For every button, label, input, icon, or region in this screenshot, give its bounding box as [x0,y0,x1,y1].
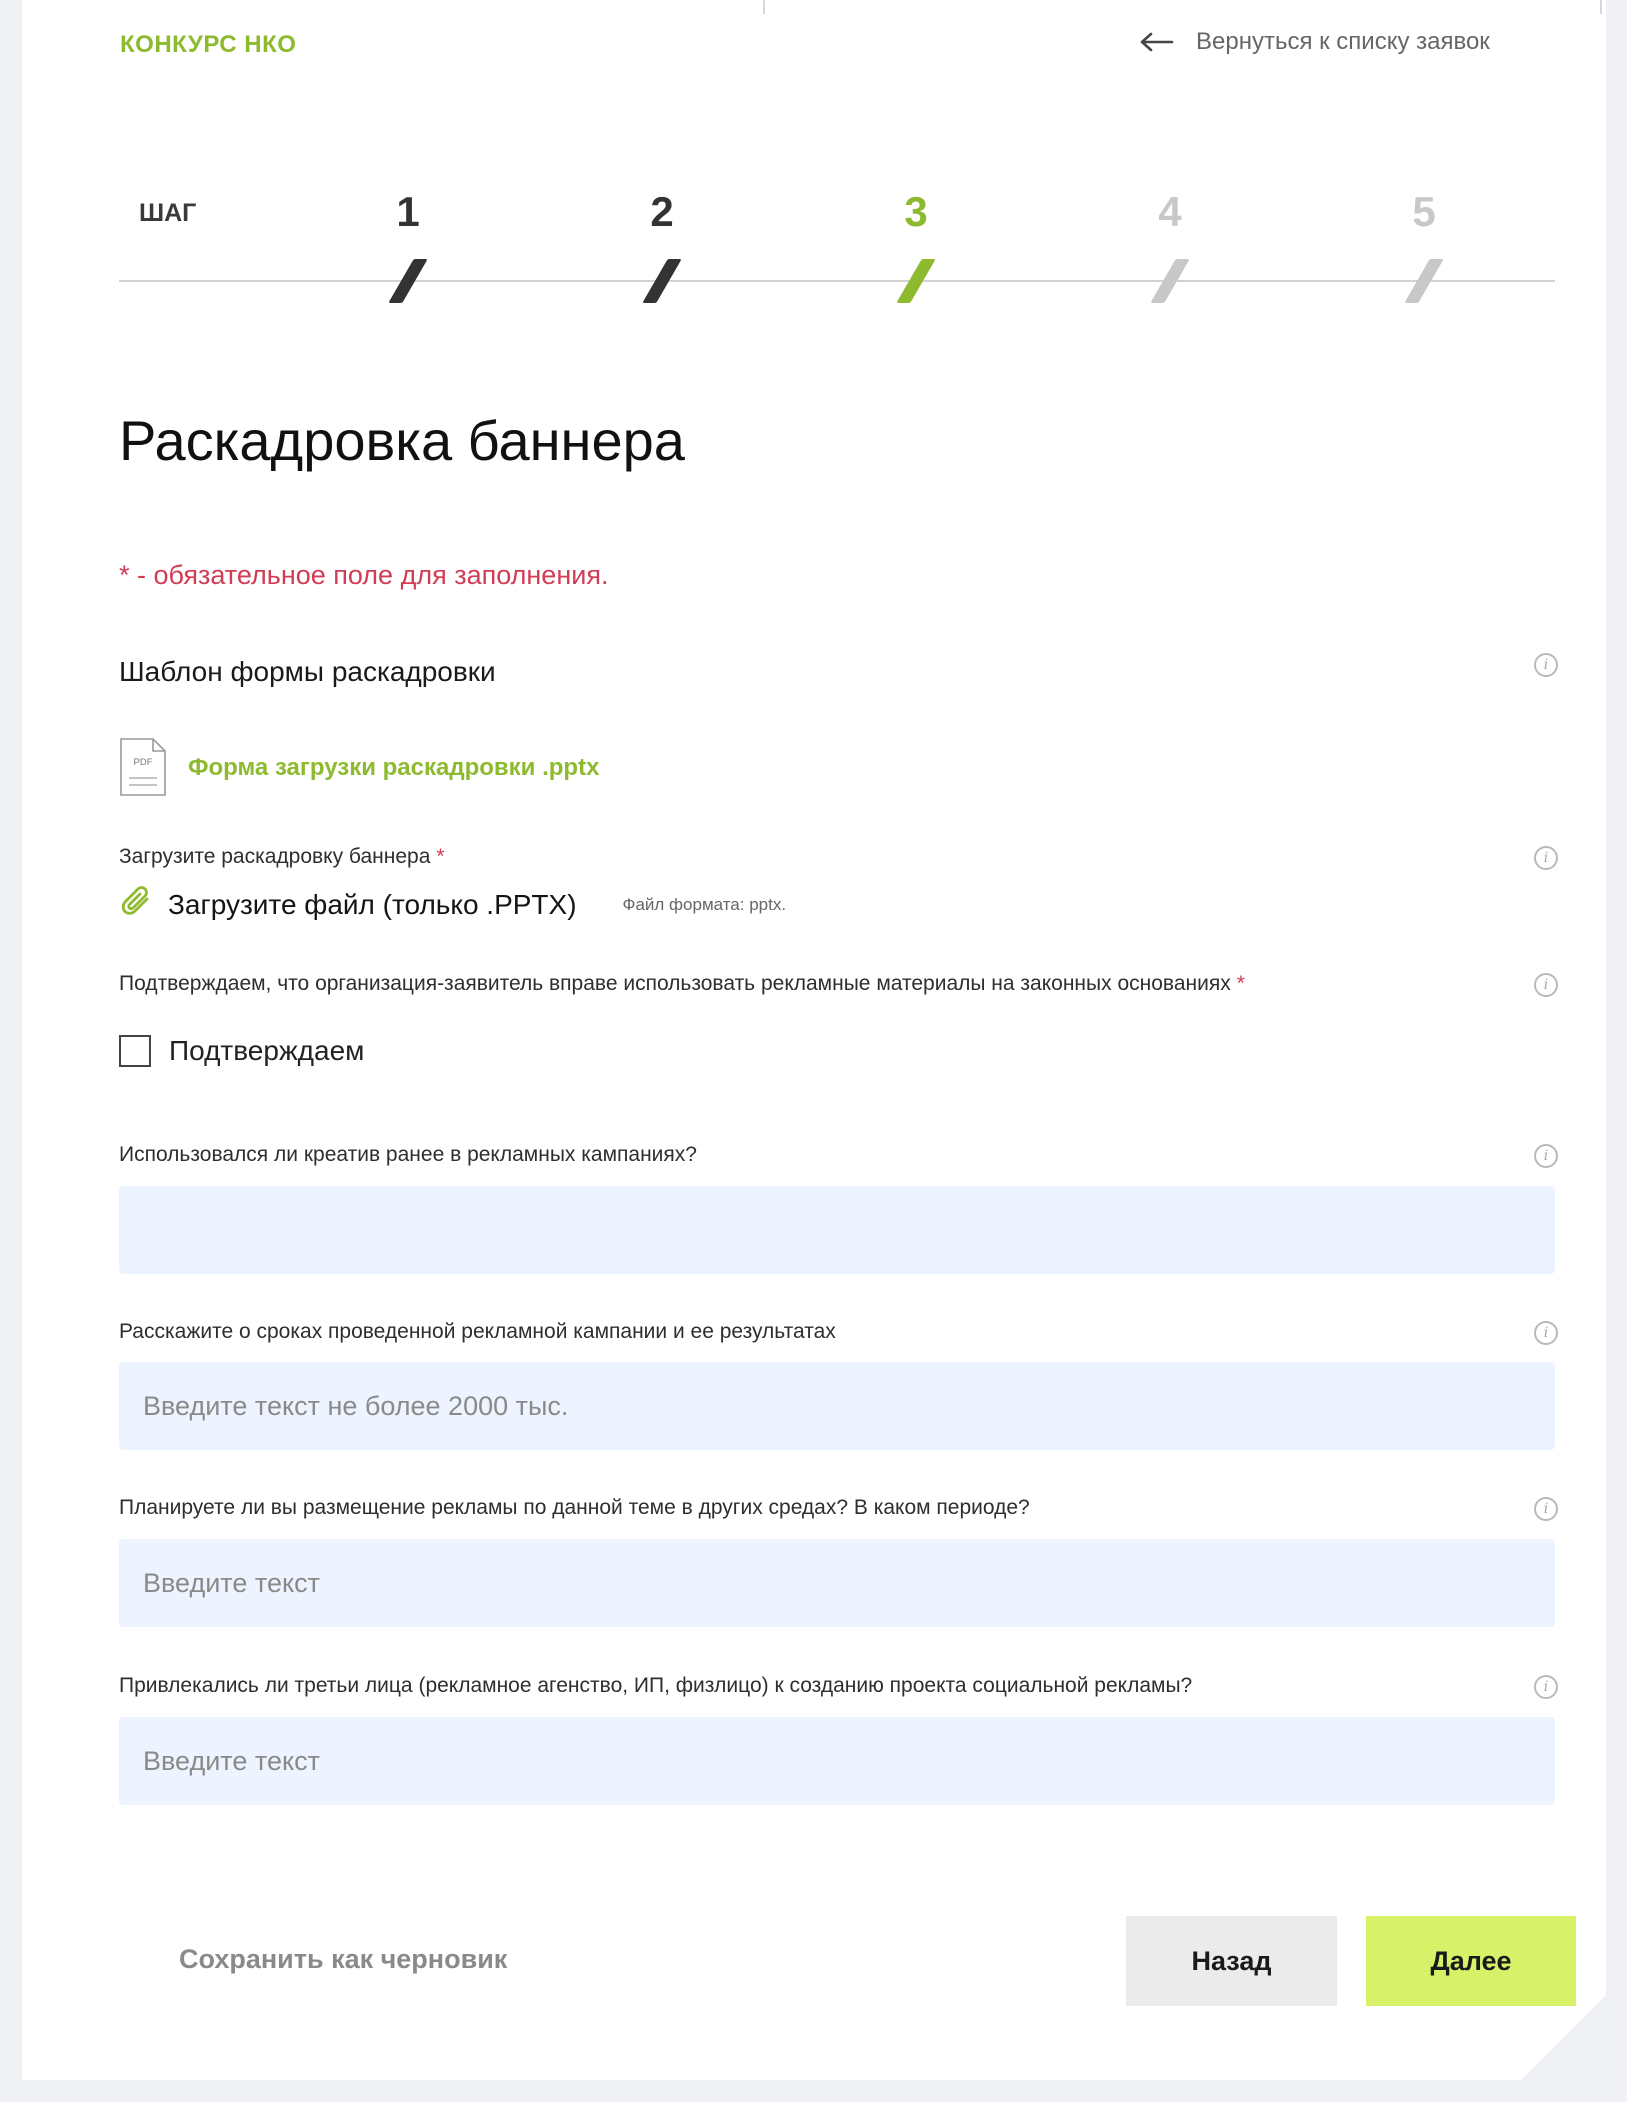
upload-label: Загрузите раскадровку баннера * [119,845,445,869]
info-icon[interactable]: i [1534,1675,1558,1699]
application-form-card: КОНКУРС НКО Вернуться к списку заявок ША… [22,0,1606,2080]
info-icon[interactable]: i [1534,1497,1558,1521]
step-2-number[interactable]: 2 [632,186,692,238]
stepper-line [119,280,1555,282]
step-4-number: 4 [1158,188,1182,235]
back-button[interactable]: Назад [1126,1916,1337,2006]
upload-format-hint: Файл формата: pptx. [622,894,787,914]
required-note: * - обязательное поле для заполнения. [119,560,609,590]
info-icon[interactable]: i [1534,973,1558,997]
field-label-campaign-results: Расскажите о сроках проведенной рекламно… [119,1320,836,1343]
campaign-results-input[interactable] [119,1362,1555,1450]
creative-used-input[interactable] [119,1186,1555,1274]
template-section-label: Шаблон формы раскадровки [119,656,496,687]
third-parties-input[interactable] [119,1717,1555,1805]
back-link-label: Вернуться к списку заявок [1196,28,1490,55]
file-upload-button[interactable]: Загрузите файл (только .PPTX) Файл форма… [120,885,786,924]
paperclip-icon [120,885,154,924]
upload-button-label: Загрузите файл (только .PPTX) [168,888,577,920]
svg-text:PDF: PDF [134,757,153,768]
confirm-label: Подтверждаем, что организация-заявитель … [119,972,1245,996]
top-divider [763,0,765,14]
field-label-other-media: Планируете ли вы размещение рекламы по д… [119,1496,1030,1519]
page-title: Раскадровка баннера [119,409,685,472]
confirm-checkbox-label: Подтверждаем [169,1035,365,1066]
other-media-input[interactable] [119,1539,1555,1627]
info-icon[interactable]: i [1534,1144,1558,1168]
brand-title: КОНКУРС НКО [120,31,297,58]
info-icon[interactable]: i [1534,1321,1558,1345]
pdf-file-icon: PDF [120,738,166,796]
required-asterisk: * [1236,972,1245,995]
step-5-number: 5 [1412,188,1436,235]
save-draft-button[interactable]: Сохранить как черновик [179,1944,507,1975]
info-icon[interactable]: i [1534,653,1558,677]
step-label: ШАГ [139,199,197,227]
arrow-left-icon [1140,32,1174,52]
card-corner-fold [1521,1995,1606,2080]
confirm-checkbox-row[interactable]: Подтверждаем [119,1035,364,1067]
info-icon[interactable]: i [1534,846,1558,870]
confirm-label-text: Подтверждаем, что организация-заявитель … [119,972,1231,995]
step-3-number[interactable]: 3 [886,186,946,238]
next-button[interactable]: Далее [1366,1916,1576,2006]
back-to-list-link[interactable]: Вернуться к списку заявок [1140,28,1490,56]
field-label-creative-used: Использовался ли креатив ранее в рекламн… [119,1143,697,1166]
confirm-checkbox[interactable] [119,1035,151,1067]
top-divider [1600,0,1602,14]
required-asterisk: * [436,845,445,868]
upload-label-text: Загрузите раскадровку баннера [119,845,431,868]
field-label-third-parties: Привлекались ли третьи лица (рекламное а… [119,1674,1193,1697]
step-1-number[interactable]: 1 [378,186,438,238]
template-download-link[interactable]: Форма загрузки раскадровки .pptx [188,754,599,782]
